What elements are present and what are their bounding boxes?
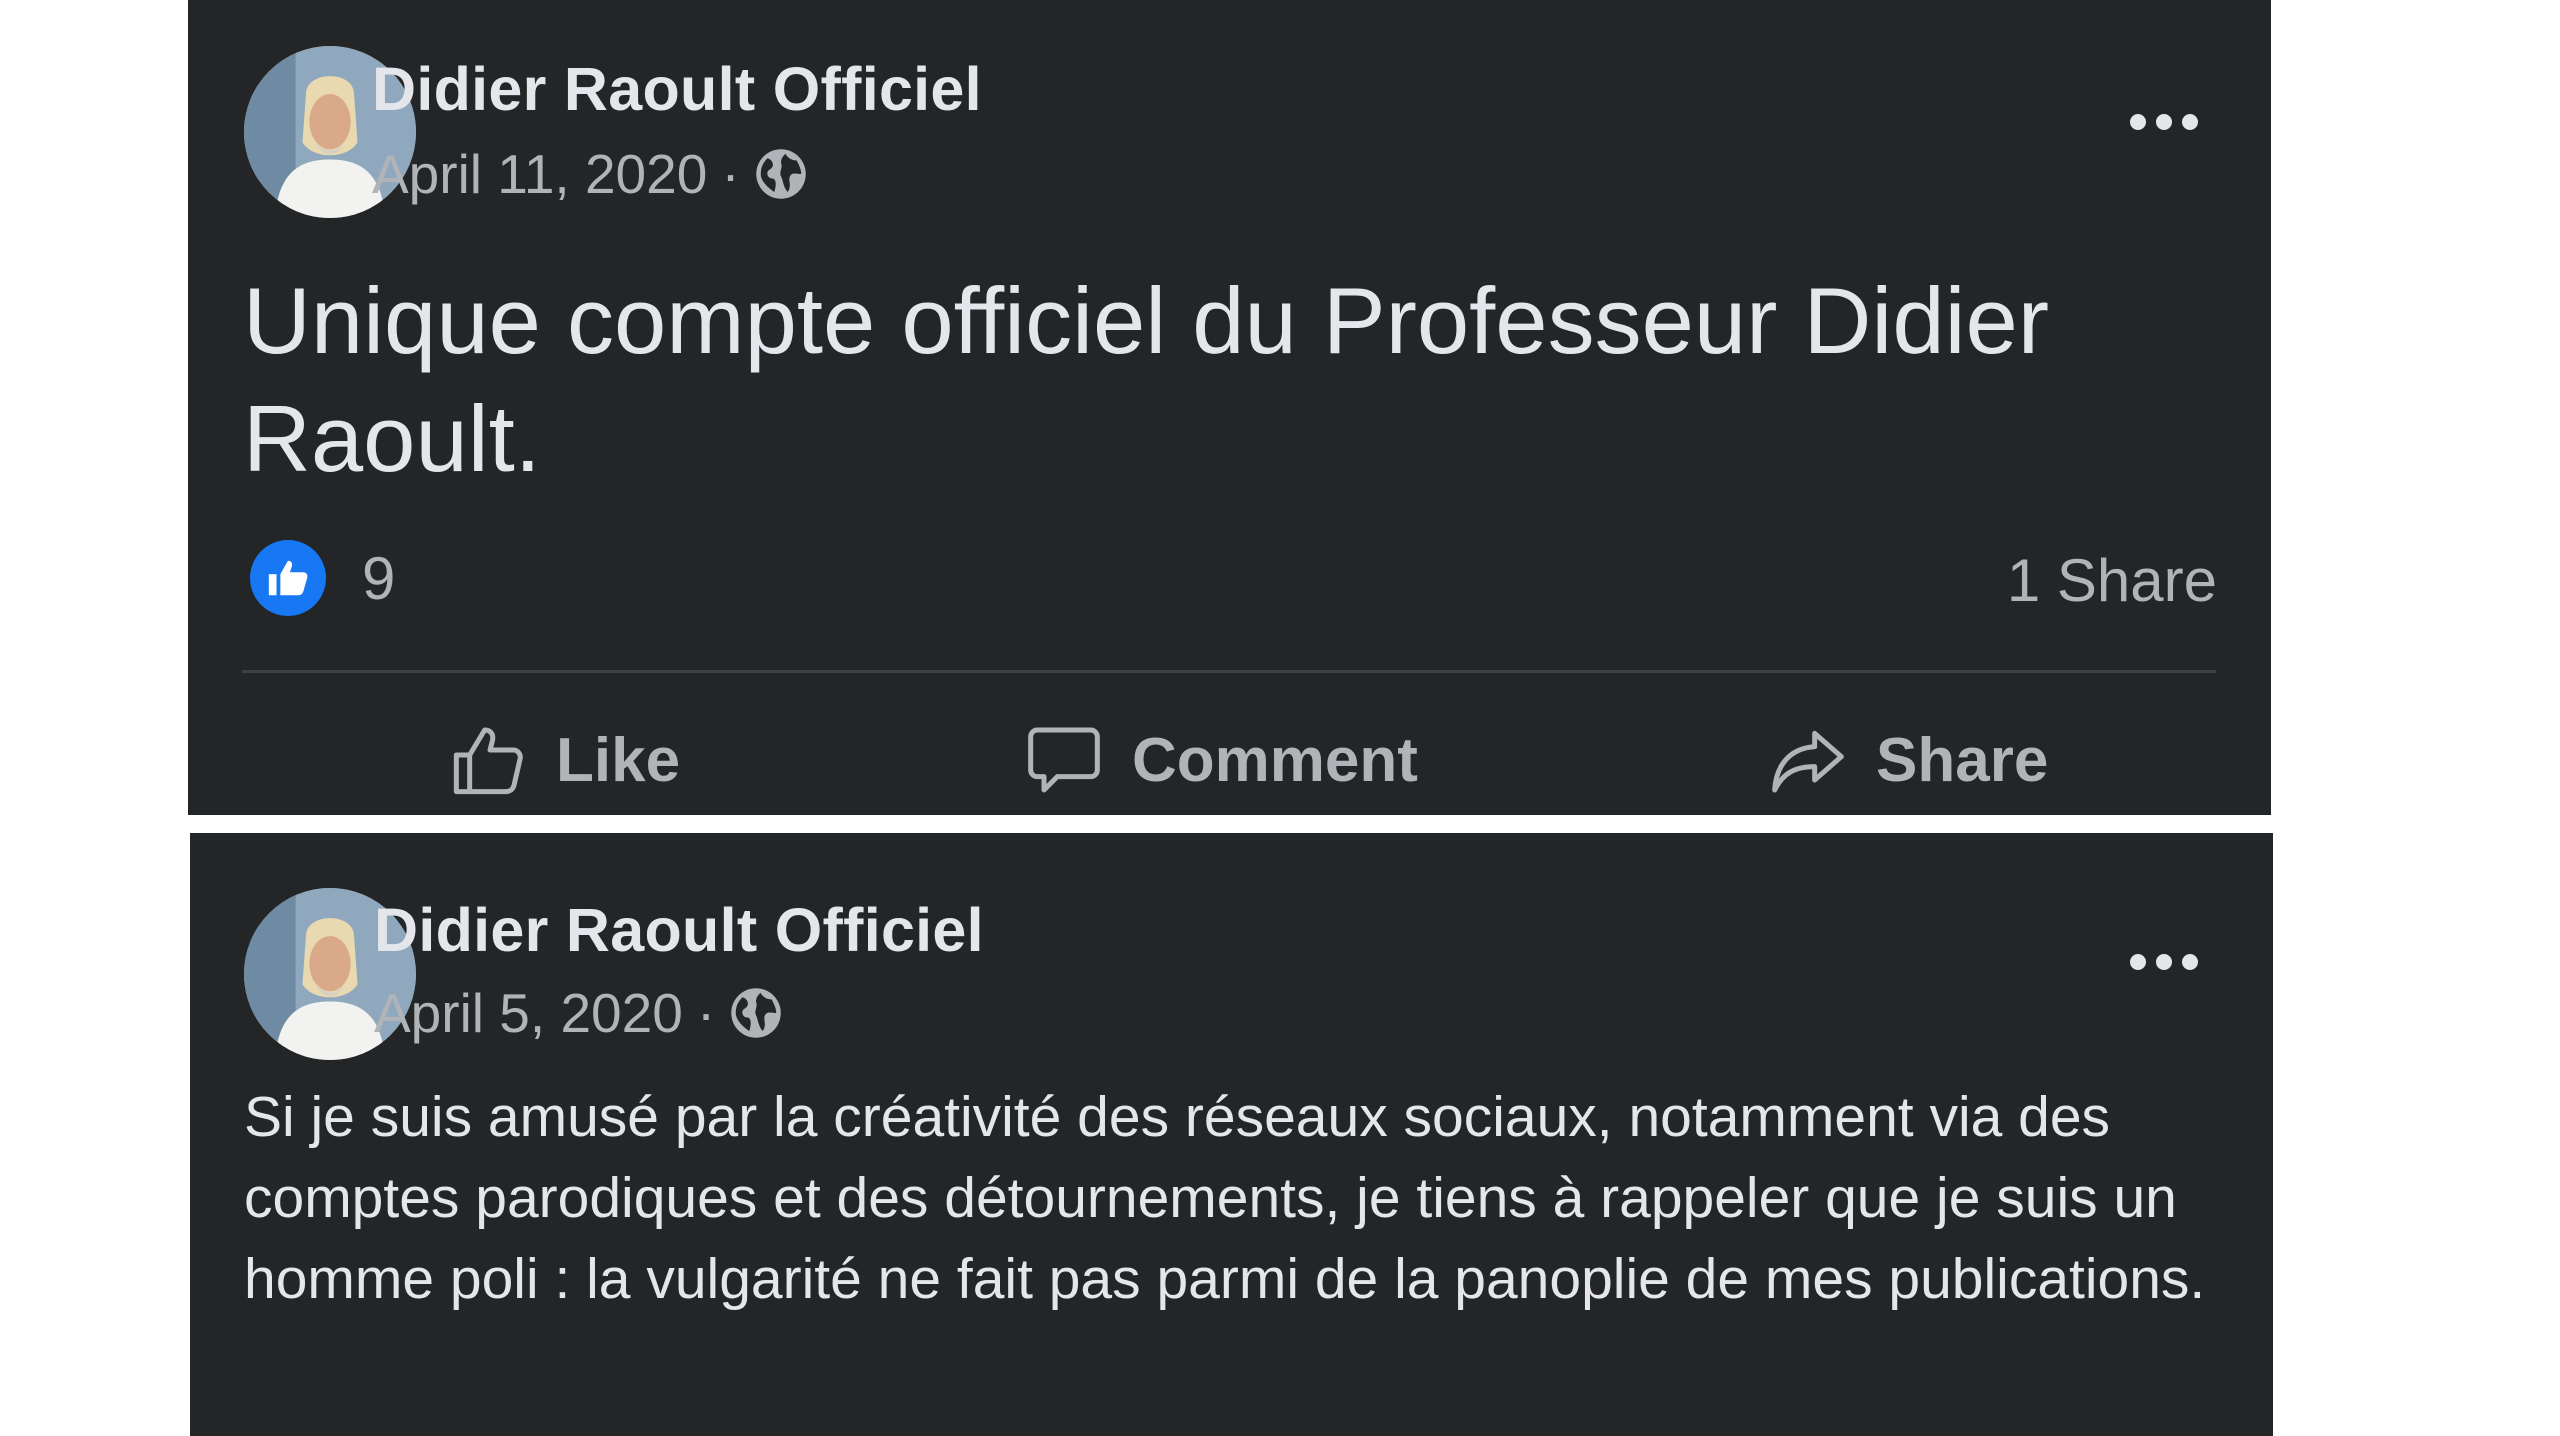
more-options-button[interactable] [2130, 954, 2198, 970]
globe-icon [731, 988, 781, 1038]
globe-icon [755, 149, 806, 199]
post-meta: April 5, 2020 · [374, 981, 783, 1045]
like-button[interactable]: Like [448, 720, 680, 800]
share-label: Share [1876, 725, 2049, 795]
like-label: Like [556, 725, 681, 795]
dot-icon [2182, 954, 2198, 970]
dot-icon [2156, 954, 2172, 970]
post-card: Didier Raoult Officiel April 11, 2020 · … [188, 0, 2271, 815]
share-button[interactable]: Share [1768, 720, 2048, 800]
comment-icon [1028, 727, 1100, 793]
post-date[interactable]: April 5, 2020 [374, 981, 683, 1045]
comment-label: Comment [1132, 725, 1418, 795]
post-text: Unique compte officiel du Professeur Did… [243, 268, 2050, 491]
meta-separator: · [696, 982, 716, 1044]
share-count[interactable]: 1 Share [2007, 546, 2217, 615]
dot-icon [2156, 114, 2172, 130]
like-reaction-icon [250, 540, 326, 616]
divider [242, 670, 2216, 673]
post-text: Si je suis amusé par la créativité des r… [244, 1085, 2206, 1311]
dot-icon [2130, 954, 2146, 970]
reactions-summary[interactable]: 9 [250, 540, 395, 616]
comment-button[interactable]: Comment [1024, 720, 1418, 800]
meta-separator: · [721, 143, 740, 205]
post-meta: April 11, 2020 · [372, 142, 808, 206]
more-options-button[interactable] [2130, 114, 2198, 130]
thumbs-up-icon [453, 727, 523, 795]
dot-icon [2130, 114, 2146, 130]
post-date[interactable]: April 11, 2020 [372, 142, 707, 206]
share-arrow-icon [1772, 730, 1844, 793]
reaction-count: 9 [362, 544, 396, 612]
author-name[interactable]: Didier Raoult Officiel [374, 895, 984, 965]
dot-icon [2182, 114, 2198, 130]
post-card: Didier Raoult Officiel April 5, 2020 · S… [190, 833, 2273, 1436]
author-name[interactable]: Didier Raoult Officiel [372, 54, 982, 124]
